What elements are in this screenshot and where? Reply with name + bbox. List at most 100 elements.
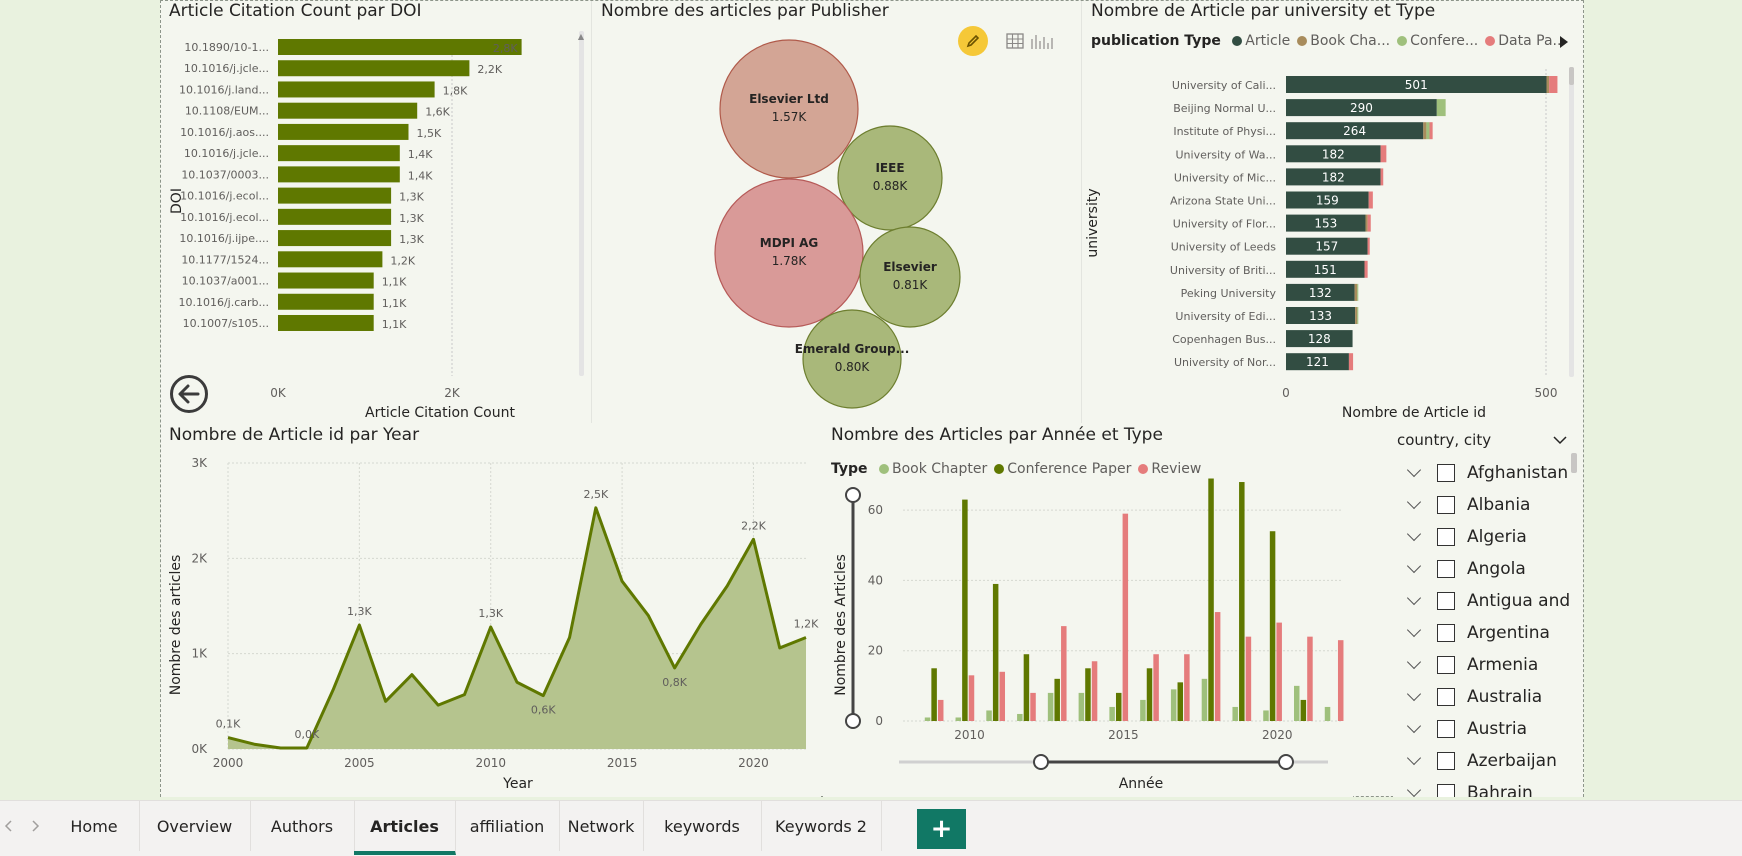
university-bar-segment[interactable] bbox=[1365, 214, 1368, 232]
tab-articles[interactable]: Articles bbox=[354, 801, 456, 855]
back-arrow-icon[interactable] bbox=[170, 375, 208, 413]
publisher-bubble-circle[interactable] bbox=[802, 309, 902, 409]
slicer-checkbox[interactable] bbox=[1437, 560, 1455, 578]
type-bar[interactable] bbox=[1239, 482, 1245, 721]
type-bar[interactable] bbox=[1091, 661, 1098, 721]
university-bar-segment[interactable] bbox=[1436, 99, 1446, 117]
slicer-item[interactable]: Azerbaijan bbox=[1403, 747, 1557, 775]
citation-bar[interactable] bbox=[278, 166, 400, 183]
citation-bar[interactable] bbox=[278, 293, 374, 310]
y-slider-handle-top[interactable] bbox=[845, 487, 861, 503]
publisher-bubble[interactable]: Emerald Group... 0.80K bbox=[795, 309, 910, 409]
citation-bar[interactable] bbox=[278, 187, 392, 204]
university-scrollbar[interactable] bbox=[1569, 67, 1574, 377]
publisher-bubble-circle[interactable] bbox=[719, 39, 859, 179]
slicer-checkbox[interactable] bbox=[1437, 656, 1455, 674]
university-bar-segment[interactable] bbox=[1429, 122, 1433, 140]
y-slider-handle-bottom[interactable] bbox=[845, 713, 861, 729]
type-bar[interactable] bbox=[1337, 640, 1344, 721]
add-page-button[interactable]: + bbox=[917, 809, 966, 849]
publisher-bubble[interactable]: Elsevier Ltd 1.57K bbox=[719, 39, 859, 179]
slicer-item[interactable]: Algeria bbox=[1403, 523, 1527, 551]
publisher-bubble[interactable]: MDPI AG 1.78K bbox=[714, 178, 864, 328]
tab-keywords-2[interactable]: Keywords 2 bbox=[761, 801, 882, 851]
slicer-item[interactable]: Albania bbox=[1403, 491, 1530, 519]
tab-network[interactable]: Network bbox=[559, 801, 644, 851]
expand-chevron-icon[interactable] bbox=[1406, 558, 1422, 574]
type-bar[interactable] bbox=[1177, 682, 1184, 721]
university-bar-segment[interactable] bbox=[1354, 283, 1358, 301]
slicer-checkbox[interactable] bbox=[1437, 624, 1455, 642]
university-bar-segment[interactable] bbox=[1367, 214, 1371, 232]
chevron-down-icon[interactable] bbox=[1553, 435, 1567, 445]
slicer-item[interactable]: Australia bbox=[1403, 683, 1542, 711]
expand-chevron-icon[interactable] bbox=[1406, 590, 1422, 606]
publisher-bubble-circle[interactable] bbox=[859, 226, 961, 328]
slicer-checkbox[interactable] bbox=[1437, 528, 1455, 546]
type-bar[interactable] bbox=[1146, 668, 1153, 721]
type-bar[interactable] bbox=[1307, 636, 1313, 721]
citation-bar[interactable] bbox=[278, 272, 374, 289]
publisher-bubble[interactable]: Elsevier 0.81K bbox=[859, 226, 961, 328]
citation-bar[interactable] bbox=[278, 251, 383, 268]
expand-chevron-icon[interactable] bbox=[1406, 686, 1422, 702]
university-bar-segment[interactable] bbox=[1423, 122, 1427, 140]
citation-bar[interactable] bbox=[278, 81, 435, 98]
university-bar-segment[interactable] bbox=[1368, 191, 1373, 209]
type-bar[interactable] bbox=[1078, 692, 1085, 721]
scroll-up-icon[interactable]: ▲ bbox=[578, 32, 585, 41]
type-bar[interactable] bbox=[1208, 478, 1214, 721]
year-chart[interactable]: Nombre de Article id par Year Nombre des… bbox=[161, 425, 821, 797]
type-bar[interactable] bbox=[1085, 668, 1091, 721]
type-bar[interactable] bbox=[1232, 706, 1238, 721]
expand-chevron-icon[interactable] bbox=[1406, 462, 1422, 478]
slicer-item[interactable]: Bahrain bbox=[1403, 779, 1533, 797]
type-bar[interactable] bbox=[1023, 654, 1030, 721]
citation-bar[interactable] bbox=[278, 60, 470, 77]
expand-chevron-icon[interactable] bbox=[1406, 494, 1422, 510]
type-bar[interactable] bbox=[937, 699, 944, 721]
slicer-checkbox[interactable] bbox=[1437, 464, 1455, 482]
type-bar[interactable] bbox=[931, 668, 937, 721]
university-chart[interactable]: Nombre de Article par university et Type… bbox=[1083, 1, 1583, 423]
slicer-checkbox[interactable] bbox=[1437, 688, 1455, 706]
x-slider-handle-left[interactable] bbox=[1033, 754, 1049, 770]
tab-home[interactable]: Home bbox=[49, 801, 140, 851]
slicer-item[interactable]: Angola bbox=[1403, 555, 1526, 583]
university-bar-segment[interactable] bbox=[1546, 76, 1550, 93]
slicer-item[interactable]: Afghanistan bbox=[1403, 459, 1568, 487]
slicer-checkbox[interactable] bbox=[1437, 752, 1455, 770]
publisher-bubble-circle[interactable] bbox=[837, 125, 943, 231]
citation-bar[interactable] bbox=[278, 314, 374, 331]
type-bar[interactable] bbox=[1017, 713, 1023, 721]
type-bar[interactable] bbox=[1263, 710, 1269, 721]
citation-bar[interactable] bbox=[278, 123, 409, 140]
type-bar[interactable] bbox=[1245, 636, 1252, 721]
type-bar[interactable] bbox=[1201, 678, 1208, 721]
type-bar[interactable] bbox=[1140, 699, 1146, 721]
type-bar[interactable] bbox=[1030, 692, 1036, 721]
type-chart[interactable]: Nombre des Articles par Année et Type Ty… bbox=[823, 425, 1353, 797]
expand-chevron-icon[interactable] bbox=[1406, 718, 1422, 734]
university-bar-segment[interactable] bbox=[1549, 76, 1558, 93]
type-bar[interactable] bbox=[1047, 692, 1054, 721]
type-bar[interactable] bbox=[986, 710, 992, 721]
type-bar[interactable] bbox=[962, 499, 968, 721]
type-bar[interactable] bbox=[1109, 706, 1115, 721]
university-bar-segment[interactable] bbox=[1380, 145, 1387, 163]
university-bar-segment[interactable] bbox=[1367, 237, 1370, 255]
type-bar[interactable] bbox=[999, 671, 1006, 721]
citation-scrollbar[interactable] bbox=[579, 31, 584, 376]
type-bar[interactable] bbox=[992, 583, 999, 721]
publisher-bubble[interactable]: IEEE 0.88K bbox=[837, 125, 943, 231]
tab-overview[interactable]: Overview bbox=[139, 801, 251, 851]
type-bar[interactable] bbox=[1153, 654, 1159, 721]
university-bar-segment[interactable] bbox=[1348, 353, 1354, 371]
slicer-checkbox[interactable] bbox=[1437, 784, 1455, 797]
publisher-chart[interactable]: Nombre des articles par Publisher Elsevi… bbox=[593, 1, 1082, 423]
slicer-item[interactable]: Armenia bbox=[1403, 651, 1538, 679]
type-bar[interactable] bbox=[1061, 626, 1067, 721]
chevron-left-icon[interactable] bbox=[4, 819, 14, 833]
chevron-right-icon[interactable] bbox=[30, 819, 40, 833]
type-bar[interactable] bbox=[1170, 689, 1177, 721]
